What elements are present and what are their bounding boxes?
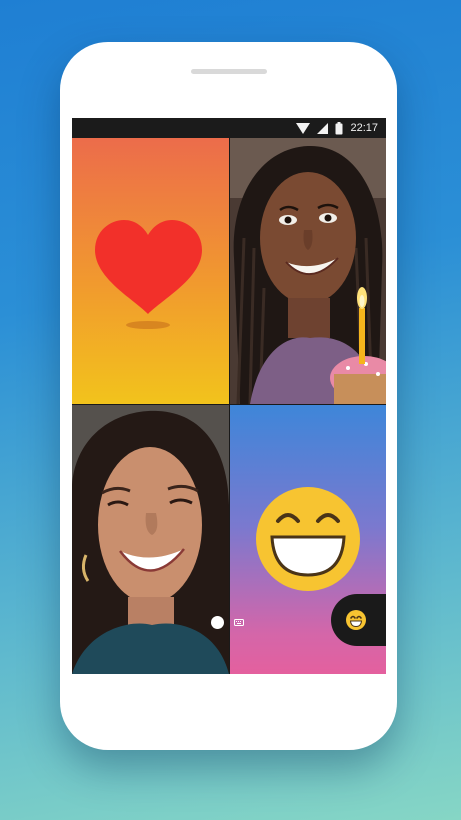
status-bar: 22:17 xyxy=(72,118,386,138)
call-grid xyxy=(72,138,386,674)
wifi-icon xyxy=(296,122,311,134)
page-indicator-dot xyxy=(211,616,224,629)
reaction-button[interactable] xyxy=(331,594,386,646)
phone-speaker xyxy=(191,69,267,74)
phone-frame: 22:17 xyxy=(60,42,397,750)
battery-icon xyxy=(335,121,343,134)
participant-video-1[interactable] xyxy=(230,138,386,404)
emoji-icon xyxy=(346,610,366,630)
participant-video-2[interactable] xyxy=(72,405,229,674)
heart-icon xyxy=(95,220,202,329)
phone-screen: 22:17 xyxy=(72,118,386,674)
reaction-tile-heart[interactable] xyxy=(72,138,229,404)
participant-video-frame xyxy=(230,138,386,404)
keyboard-icon[interactable] xyxy=(234,619,244,626)
signal-icon xyxy=(317,122,329,134)
status-time: 22:17 xyxy=(350,122,378,134)
participant-video-frame xyxy=(72,405,229,674)
